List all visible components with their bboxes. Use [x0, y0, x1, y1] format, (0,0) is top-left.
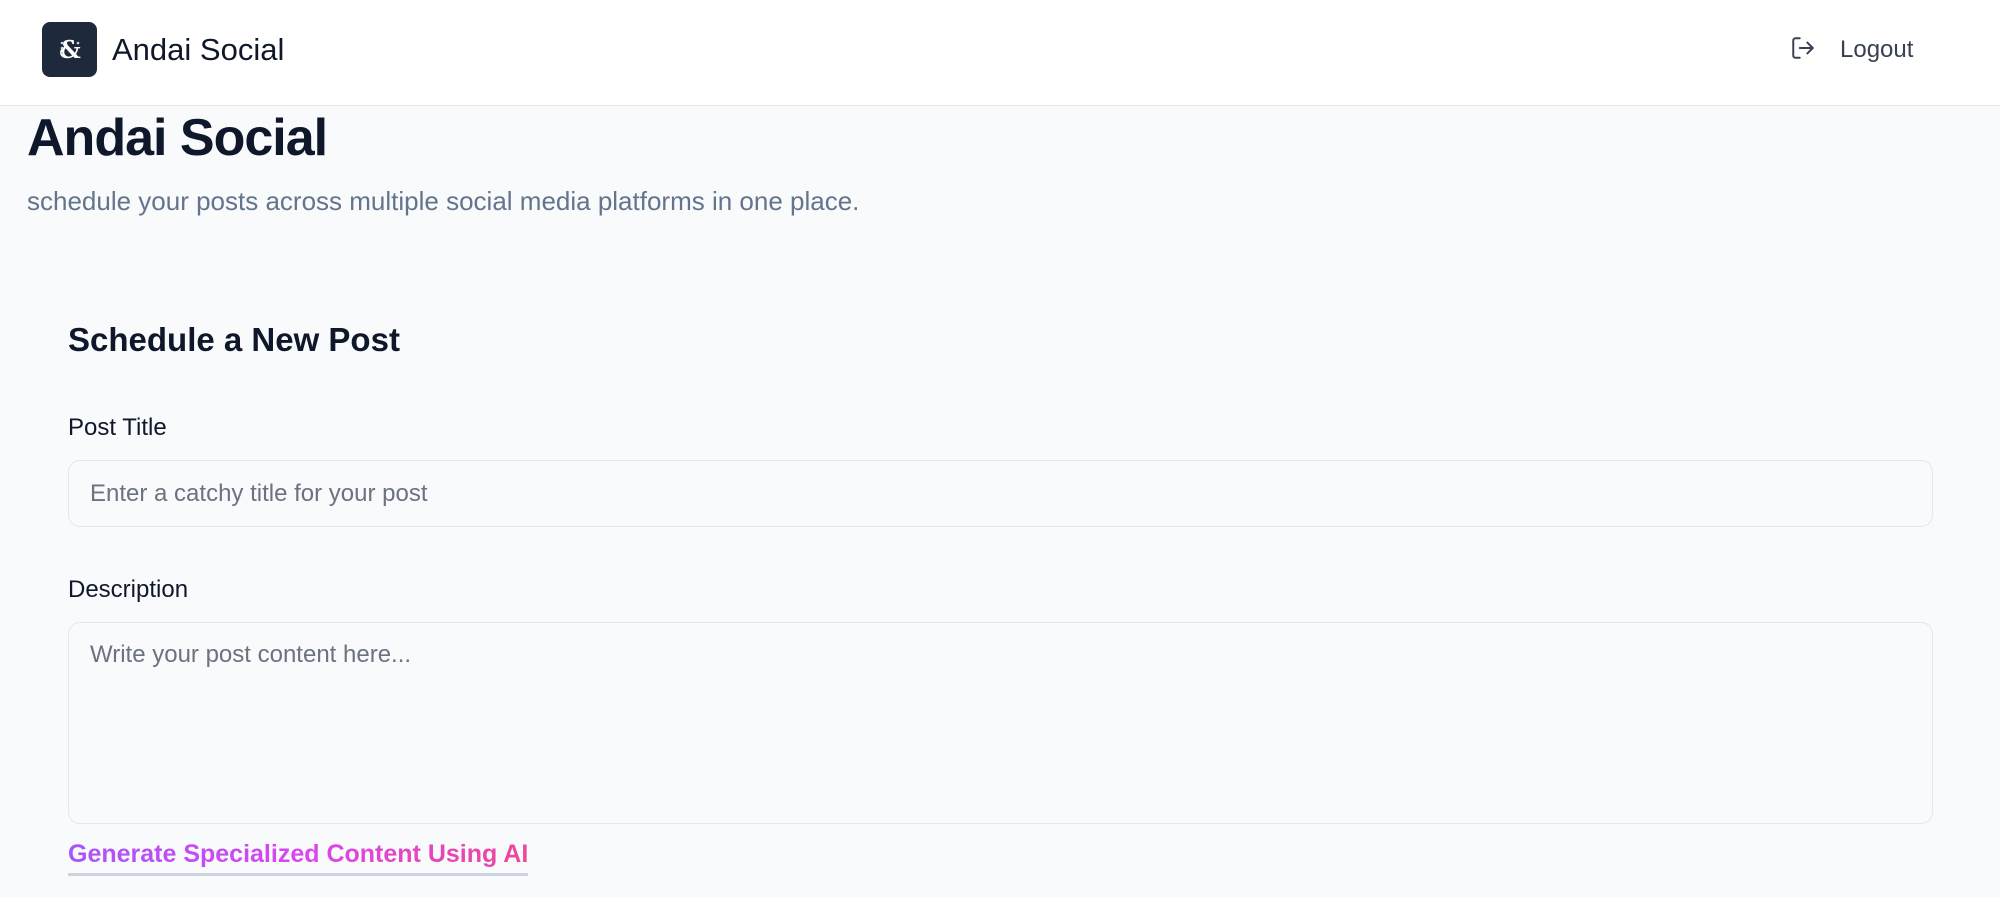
logout-button[interactable]: Logout [1790, 30, 1913, 70]
logout-label: Logout [1840, 36, 1914, 63]
brand-name: Andai Social [112, 31, 285, 67]
brand[interactable]: & Andai Social [42, 22, 284, 77]
form-heading: Schedule a New Post [68, 321, 400, 358]
page-subtitle: schedule your posts across multiple soci… [27, 186, 860, 216]
post-title-label: Post Title [68, 414, 167, 441]
ampersand-logo-icon: & [42, 22, 97, 77]
svg-text:&: & [59, 36, 81, 64]
description-label: Description [68, 576, 189, 603]
logout-icon [1790, 35, 1816, 66]
page-title: Andai Social [27, 109, 328, 167]
description-textarea[interactable] [68, 622, 1933, 824]
post-title-input[interactable] [68, 460, 1933, 527]
generate-ai-content-link[interactable]: Generate Specialized Content Using AI [68, 840, 529, 876]
top-navbar: & Andai Social Logout [0, 0, 2000, 106]
